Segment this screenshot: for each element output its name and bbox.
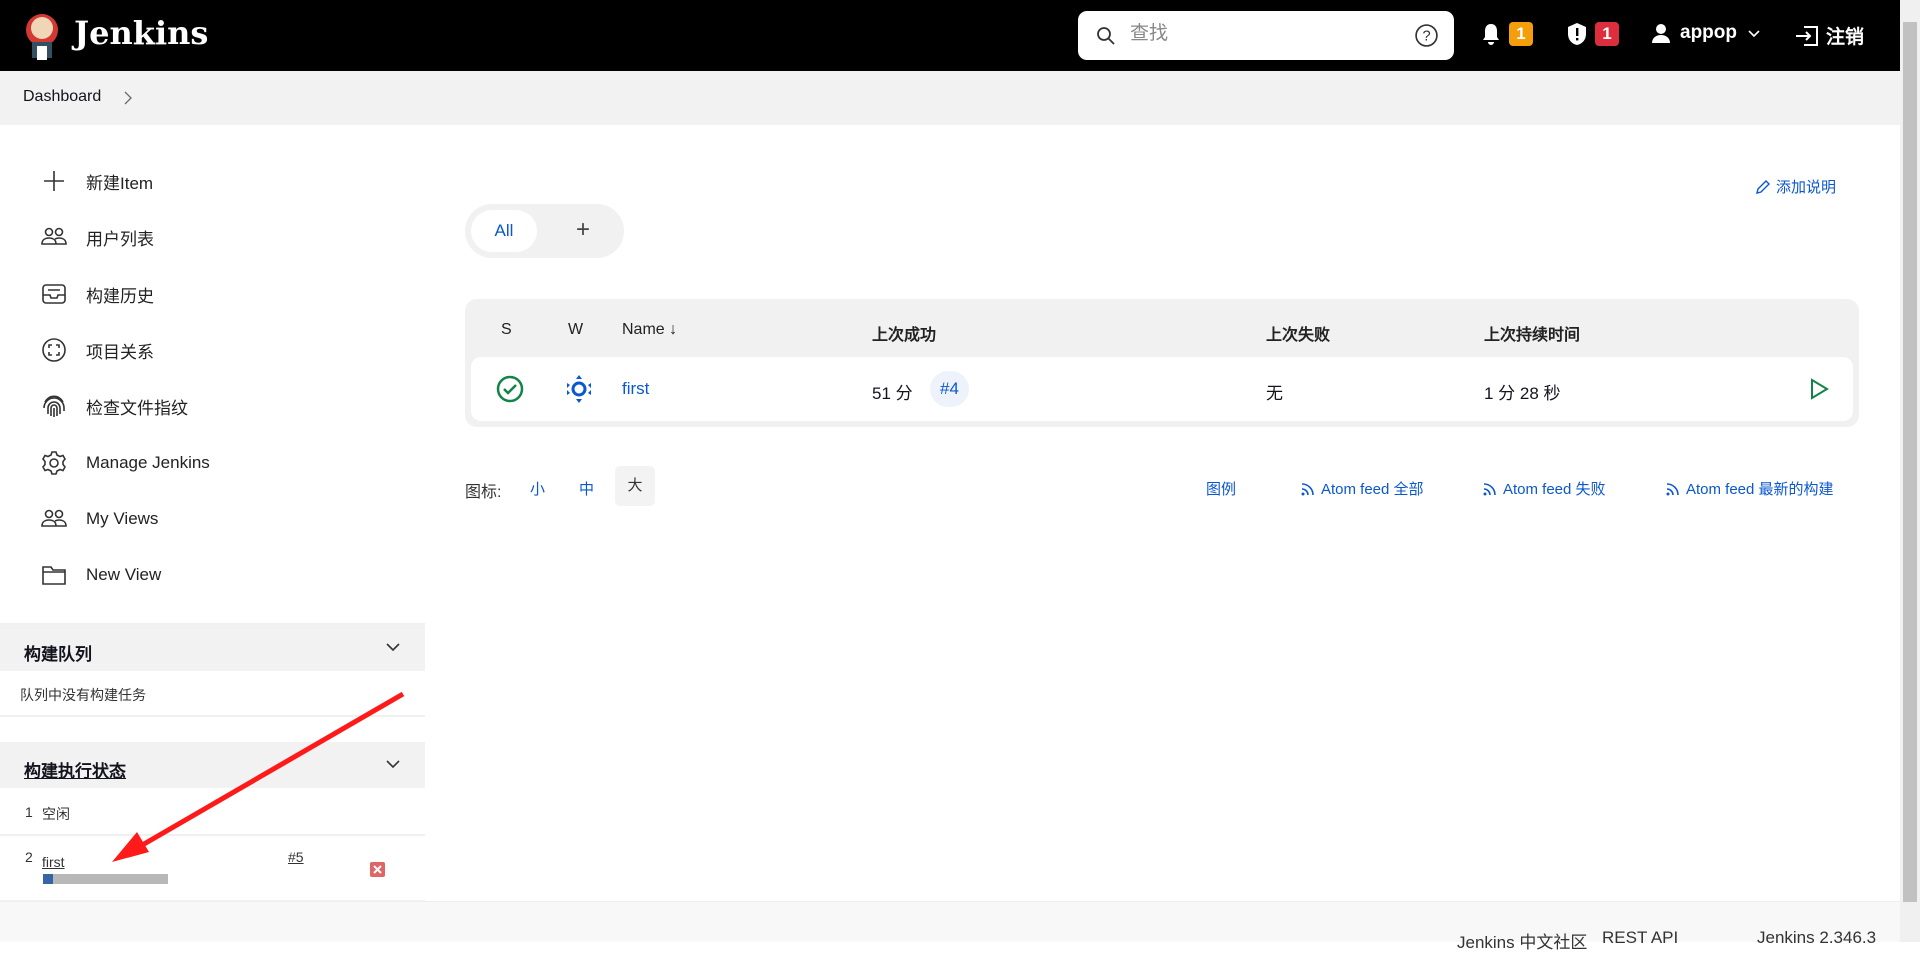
atom-feed-all-link[interactable]: Atom feed 全部 (1300, 478, 1424, 499)
chevron-down-icon (1748, 30, 1760, 38)
sidebar-item-fingerprint[interactable]: 检查文件指纹 (40, 386, 400, 426)
inbox-icon (42, 284, 66, 304)
annotation-arrow-icon (112, 691, 405, 862)
icon-size-large[interactable]: 大 (615, 466, 655, 506)
sidebar-item-my-views[interactable]: My Views (40, 499, 400, 539)
executor-1-number: 1 (25, 804, 33, 820)
build-queue-header[interactable]: 构建队列 (0, 625, 425, 671)
build-queue-title: 构建队列 (24, 645, 92, 664)
sidebar-item-new-view[interactable]: New View (40, 555, 400, 595)
rss-icon (1666, 482, 1679, 495)
executor-2-job-link[interactable]: first (42, 854, 65, 870)
relationship-icon (42, 338, 66, 362)
tab-all[interactable]: All (471, 210, 537, 252)
chevron-down-icon[interactable] (385, 639, 401, 655)
add-description-link[interactable]: 添加说明 (1755, 176, 1836, 197)
column-header-weather[interactable]: W (568, 321, 583, 339)
logout-icon (1796, 25, 1818, 46)
footer-community-link[interactable]: Jenkins 中文社区 (1457, 928, 1587, 953)
logout-label: 注销 (1826, 27, 1865, 48)
people-icon (41, 509, 67, 527)
sidebar-item-manage-jenkins[interactable]: Manage Jenkins (40, 443, 400, 483)
top-header: Jenkins ? 1 1 appop 注销 (0, 0, 1900, 71)
icon-size-medium[interactable]: 中 (579, 478, 594, 499)
chevron-right-icon[interactable] (122, 91, 134, 105)
breadcrumb: Dashboard (0, 71, 1900, 125)
brand-name[interactable]: Jenkins (74, 14, 208, 52)
column-header-name[interactable]: Name ↓ (622, 321, 677, 339)
executor-2-progress-bar (43, 874, 168, 884)
shield-alert-icon (1568, 23, 1586, 45)
column-header-last-success[interactable]: 上次成功 (872, 321, 936, 345)
notifications-button[interactable]: 1 (1480, 22, 1533, 46)
progress-fill (43, 874, 53, 884)
pencil-icon (1756, 179, 1770, 194)
security-badge: 1 (1595, 22, 1619, 46)
atom-feed-latest-link[interactable]: Atom feed 最新的构建 (1665, 478, 1834, 499)
folder-icon (42, 566, 66, 585)
breadcrumb-dashboard[interactable]: Dashboard (23, 88, 101, 106)
sidebar-item-project-relationship[interactable]: 项目关系 (40, 330, 400, 370)
job-link-first[interactable]: first (622, 379, 649, 399)
search-icon (1097, 27, 1115, 45)
help-icon[interactable]: ? (1414, 23, 1439, 48)
icon-size-small[interactable]: 小 (530, 478, 545, 499)
view-tabs: All + (465, 204, 624, 258)
gear-icon (42, 451, 66, 475)
sidebar-item-users[interactable]: 用户列表 (40, 217, 400, 257)
svg-text:?: ? (1422, 29, 1430, 45)
scrollbar-thumb[interactable] (1903, 22, 1917, 902)
atom-feed-failed-link[interactable]: Atom feed 失败 (1482, 478, 1606, 499)
icon-size-label: 图标: (465, 484, 502, 501)
table-row: first 51 分 #4 无 1 分 28 秒 (471, 357, 1853, 421)
security-button[interactable]: 1 (1566, 22, 1619, 46)
sidebar-item-build-history[interactable]: 构建历史 (40, 274, 400, 314)
executor-2-number: 2 (25, 849, 33, 865)
user-icon (1652, 24, 1670, 43)
username: appop (1680, 22, 1737, 43)
search-input[interactable] (1130, 23, 1390, 45)
people-icon (41, 227, 67, 245)
footer: Jenkins 中文社区 REST API Jenkins 2.346.3 (0, 901, 1900, 952)
notifications-badge: 1 (1509, 22, 1533, 46)
sidebar-item-new-item[interactable]: 新建Item (40, 161, 400, 201)
bell-icon (1483, 24, 1499, 45)
search-box[interactable]: ? (1078, 11, 1454, 60)
column-header-status[interactable]: S (501, 321, 512, 339)
column-header-last-failure[interactable]: 上次失败 (1266, 321, 1330, 345)
last-success-build-link[interactable]: #4 (930, 371, 969, 407)
executor-1-status: 空闲 (42, 806, 70, 822)
rss-icon (1483, 482, 1496, 495)
column-header-last-duration[interactable]: 上次持续时间 (1484, 321, 1580, 345)
last-failure: 无 (1266, 384, 1283, 403)
vertical-scrollbar[interactable] (1900, 0, 1920, 942)
footer-version-link[interactable]: Jenkins 2.346.3 (1757, 928, 1876, 948)
play-build-icon[interactable] (1807, 377, 1831, 401)
last-success-time: 51 分 (872, 384, 913, 403)
add-view-tab[interactable]: + (563, 210, 603, 252)
sunny-weather-icon (567, 375, 591, 403)
rss-icon (1301, 482, 1314, 495)
jenkins-logo-icon[interactable] (22, 10, 62, 62)
footer-rest-api-link[interactable]: REST API (1602, 928, 1678, 948)
last-duration: 1 分 28 秒 (1484, 384, 1561, 403)
legend-link[interactable]: 图例 (1206, 478, 1236, 499)
success-status-icon (496, 375, 524, 403)
jobs-table: S W Name ↓ 上次成功 上次失败 上次持续时间 first 51 分 #… (465, 299, 1859, 427)
fingerprint-icon (43, 395, 65, 417)
logout-button[interactable]: 注销 (1794, 22, 1864, 49)
plus-icon (44, 171, 64, 191)
user-menu[interactable]: appop (1650, 22, 1761, 44)
